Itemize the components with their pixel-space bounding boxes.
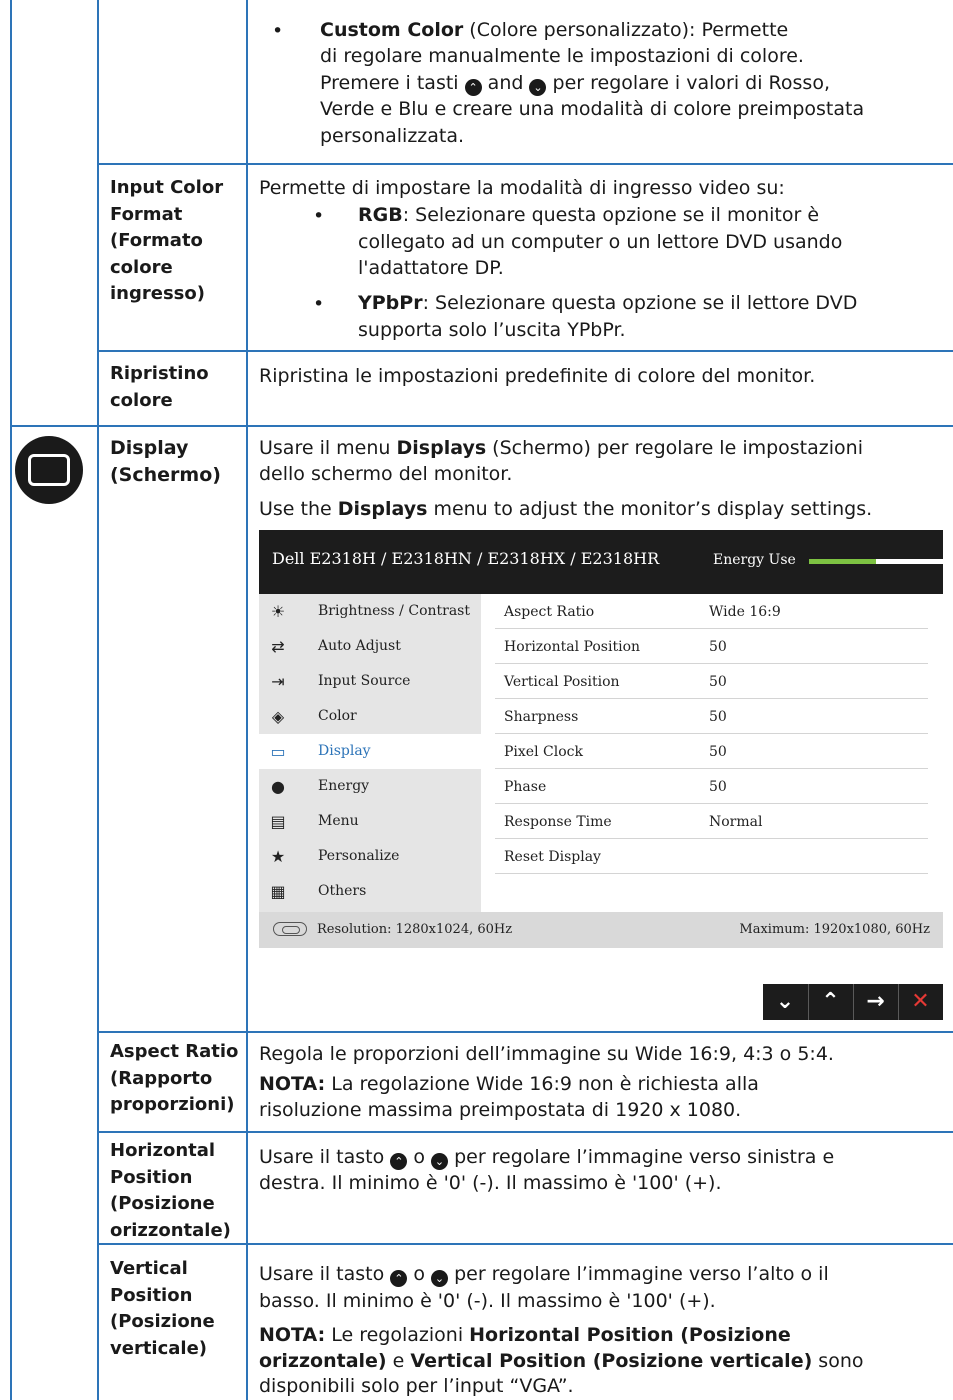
bullet: • <box>313 205 325 227</box>
osd-setting-phase[interactable]: Phase 50 <box>495 769 928 804</box>
row-divider <box>10 425 953 427</box>
osd-setting-reset-display[interactable]: Reset Display <box>495 839 928 874</box>
osd-nav-buttons: ⌄ ⌃ → ✕ <box>763 984 943 1020</box>
custom-color-line5: personalizzata. <box>320 125 465 147</box>
osd-energy-label: Energy Use <box>713 552 796 568</box>
osd-menu-item-brightness[interactable]: ☀ Brightness / Contrast <box>259 594 481 629</box>
up-button[interactable]: ⌃ <box>808 984 852 1020</box>
custom-color-line4: Verde e Blu e creare una modalità di col… <box>320 98 865 120</box>
down-button-icon: ⌄ <box>529 79 547 96</box>
row-divider <box>97 1031 953 1033</box>
ypbpr-line2: supporta solo l’uscita YPbPr. <box>358 319 626 341</box>
table-border-col1 <box>97 0 99 1400</box>
vertical-position-line1: Usare il tasto ⌃ o ⌄ per regolare l’imma… <box>259 1263 829 1287</box>
display-desc-line2: dello schermo del monitor. <box>259 463 513 485</box>
vertical-position-note-line3: disponibili solo per l’input “VGA”. <box>259 1375 574 1397</box>
menu-icon: ▤ <box>270 812 286 831</box>
auto-adjust-icon: ⇄ <box>271 637 285 656</box>
ypbpr-line1: YPbPr: Selezionare questa opzione se il … <box>358 292 858 314</box>
osd-maximum: Maximum: 1920x1080, 60Hz <box>739 922 930 937</box>
row-divider <box>97 350 953 352</box>
down-button[interactable]: ⌄ <box>763 984 807 1020</box>
osd-header: Dell E2318H / E2318HN / E2318HX / E2318H… <box>259 530 943 594</box>
aspect-ratio-text: Regola le proporzioni dell’immagine su W… <box>259 1043 834 1065</box>
osd-settings-panel: Aspect Ratio Wide 16:9 Horizontal Positio… <box>481 594 943 912</box>
input-source-icon: ⇥ <box>271 672 285 691</box>
rgb-line3: l'adattatore DP. <box>358 257 504 279</box>
enter-button[interactable]: → <box>853 984 897 1020</box>
reset-color-text: Ripristina le impostazioni predefinite d… <box>259 365 816 387</box>
osd-setting-aspect-ratio[interactable]: Aspect Ratio Wide 16:9 <box>495 594 928 629</box>
energy-use-fill <box>809 559 876 564</box>
osd-menu-item-menu[interactable]: ▤ Menu <box>259 804 481 839</box>
bullet: • <box>313 293 325 315</box>
osd-setting-horizontal-position[interactable]: Horizontal Position 50 <box>495 629 928 664</box>
display-desc-line1: Usare il menu Displays (Schermo) per reg… <box>259 437 863 459</box>
display-icon <box>15 436 83 504</box>
display-label: Display (Schermo) <box>110 437 221 486</box>
input-color-format-intro: Permette di impostare la modalità di ing… <box>259 177 785 199</box>
row-divider <box>97 1131 953 1133</box>
personalize-icon: ★ <box>270 847 286 866</box>
row-divider <box>97 163 953 165</box>
up-button-icon: ⌃ <box>390 1270 408 1287</box>
vertical-position-label: Vertical Position (Posizione verticale) <box>110 1258 215 1359</box>
vertical-position-note-line2: orizzontale) e Vertical Position (Posizi… <box>259 1350 864 1372</box>
osd-setting-pixel-clock[interactable]: Pixel Clock 50 <box>495 734 928 769</box>
osd-menu-screenshot: Dell E2318H / E2318HN / E2318HX / E2318H… <box>259 530 943 948</box>
osd-setting-response-time[interactable]: Response Time Normal <box>495 804 928 839</box>
custom-color-line2: di regolare manualmente le impostazioni … <box>320 45 804 67</box>
custom-color-line1: Custom Color (Colore personalizzato): Pe… <box>320 19 789 41</box>
osd-menu-item-color[interactable]: ◈ Color <box>259 699 481 734</box>
up-button-icon: ⌃ <box>390 1153 408 1170</box>
input-color-format-label: Input Color Format (Formato colore ingre… <box>110 177 224 304</box>
osd-menu-item-display[interactable]: ▭ Display <box>259 734 481 769</box>
aspect-ratio-note-line1: NOTA: La regolazione Wide 16:9 non è ric… <box>259 1073 759 1095</box>
vertical-position-line2: basso. Il minimo è '0' (-). Il massimo è… <box>259 1290 716 1312</box>
osd-resolution: Resolution: 1280x1024, 60Hz <box>317 922 513 937</box>
osd-menu-item-personalize[interactable]: ★ Personalize <box>259 839 481 874</box>
rgb-line2: collegato ad un computer o un lettore DV… <box>358 231 843 253</box>
reset-color-label: Ripristino colore <box>110 363 209 411</box>
brightness-icon: ☀ <box>270 602 286 621</box>
energy-use-bar <box>809 559 943 564</box>
table-border-col2 <box>246 0 248 1400</box>
document-page: • Custom Color (Colore personalizzato): … <box>0 0 953 1400</box>
horizontal-position-line1: Usare il tasto ⌃ o ⌄ per regolare l’imma… <box>259 1146 835 1170</box>
osd-menu-item-energy[interactable]: ● Energy <box>259 769 481 804</box>
down-button-icon: ⌄ <box>431 1270 449 1287</box>
aspect-ratio-label: Aspect Ratio (Rapporto proporzioni) <box>110 1041 239 1115</box>
osd-setting-vertical-position[interactable]: Vertical Position 50 <box>495 664 928 699</box>
others-icon: ▦ <box>270 882 286 901</box>
osd-menu-item-auto-adjust[interactable]: ⇄ Auto Adjust <box>259 629 481 664</box>
bullet: • <box>272 20 284 42</box>
osd-menu-item-input-source[interactable]: ⇥ Input Source <box>259 664 481 699</box>
osd-menu-item-others[interactable]: ▦ Others <box>259 874 481 909</box>
resolution-icon <box>273 922 307 936</box>
horizontal-position-label: Horizontal Position (Posizione orizzonta… <box>110 1140 231 1241</box>
color-icon: ◈ <box>271 707 285 726</box>
display-icon: ▭ <box>270 742 286 761</box>
up-button-icon: ⌃ <box>464 79 482 96</box>
custom-color-line3: Premere i tasti ⌃ and ⌄ per regolare i v… <box>320 72 830 96</box>
osd-setting-sharpness[interactable]: Sharpness 50 <box>495 699 928 734</box>
energy-icon: ● <box>271 777 285 796</box>
osd-model-title: Dell E2318H / E2318HN / E2318HX / E2318H… <box>272 549 660 568</box>
osd-main-menu: ☀ Brightness / Contrast ⇄ Auto Adjust ⇥ Inp… <box>259 594 481 912</box>
down-button-icon: ⌄ <box>431 1153 449 1170</box>
horizontal-position-line2: destra. Il minimo è '0' (-). Il massimo … <box>259 1172 722 1194</box>
vertical-position-note-line1: NOTA: Le regolazioni Horizontal Position… <box>259 1324 791 1346</box>
exit-button[interactable]: ✕ <box>898 984 942 1020</box>
display-desc-en: Use the Displays menu to adjust the moni… <box>259 498 873 520</box>
rgb-line1: RGB: Selezionare questa opzione se il mo… <box>358 204 820 226</box>
osd-footer: Resolution: 1280x1024, 60Hz Maximum: 192… <box>259 912 943 948</box>
table-border-left <box>10 0 12 1400</box>
aspect-ratio-note-line2: risoluzione massima preimpostata di 1920… <box>259 1099 742 1121</box>
